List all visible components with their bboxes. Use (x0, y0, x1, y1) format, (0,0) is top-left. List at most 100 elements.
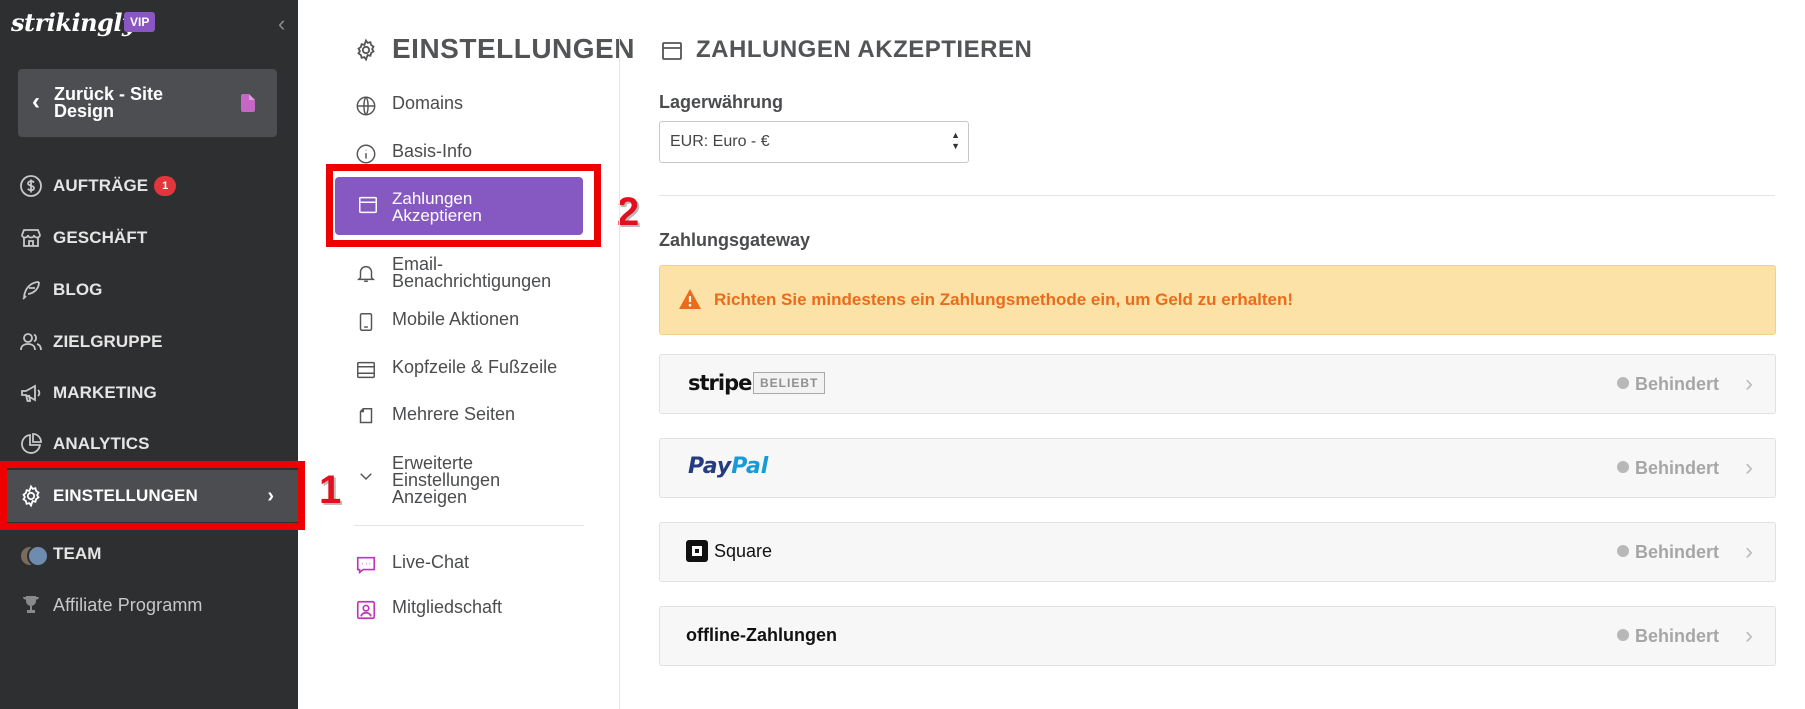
document-icon (241, 94, 255, 112)
currency-select[interactable]: EUR: Euro - € ▲ ▼ (659, 121, 969, 163)
orders-count-badge: 1 (154, 176, 177, 196)
page-title-label: ZAHLUNGEN AKZEPTIEREN (696, 36, 1033, 63)
settings-item-label: Kopfzeile & Fußzeile (392, 357, 558, 377)
membership-icon (354, 598, 378, 622)
sidebar-item-analytics[interactable]: ANALYTICS (0, 424, 298, 464)
sidebar-item-label: BLOG (53, 280, 103, 299)
status-dot-icon (1616, 461, 1629, 473)
gateway-status-label: Behindert (1634, 458, 1719, 478)
sidebar-item-team[interactable]: TEAM (0, 534, 298, 574)
settings-item-label: Mehrere Seiten (392, 404, 516, 424)
globe-icon (354, 94, 378, 118)
back-button-label: Zurück - Site Design (54, 84, 164, 121)
collapse-sidebar-icon[interactable]: ‹ (278, 13, 285, 35)
sidebar-item-affiliate[interactable]: Affiliate Programm (0, 585, 298, 625)
sidebar-item-blog[interactable]: BLOG (0, 270, 298, 310)
chevron-right-icon: › (1745, 622, 1753, 649)
offline-payments-label: offline-Zahlungen (686, 625, 837, 645)
settings-item-label: Mobile Aktionen (392, 309, 520, 329)
square-mark-icon (686, 540, 708, 562)
settings-item-label: Basis-Info (392, 141, 473, 161)
sidebar-item-marketing[interactable]: MARKETING (0, 373, 298, 413)
annotation-marker-2: 2 (617, 190, 640, 234)
header-footer-icon (354, 358, 378, 382)
bell-icon (354, 261, 378, 285)
chevron-right-icon: › (1745, 538, 1753, 565)
mobile-icon (354, 310, 378, 334)
settings-item-label: Zahlungen Akzeptieren (392, 189, 482, 225)
sidebar-item-orders[interactable]: AUFTRÄGE 1 (0, 166, 298, 206)
users-icon (19, 330, 43, 354)
currency-select-value: EUR: Euro - € (670, 133, 770, 150)
store-icon (19, 226, 43, 250)
chevron-left-icon: ‹ (32, 88, 40, 115)
megaphone-icon (19, 381, 43, 405)
sidebar-item-label: MARKETING (53, 383, 157, 402)
gateway-status: Behindert (1616, 626, 1719, 647)
sidebar-item-label: TEAM (53, 544, 102, 563)
back-to-site-design-button[interactable]: ‹ Zurück - Site Design (18, 69, 277, 137)
vip-badge: VIP (124, 12, 156, 32)
sidebar: strikingly VIP ‹ ‹ Zurück - Site Design … (0, 0, 298, 709)
gateway-row-stripe[interactable]: stripe BELIEBT Behindert › (659, 354, 1776, 414)
sidebar-item-store[interactable]: GESCHÄFT (0, 218, 298, 258)
chevron-right-icon: › (1745, 454, 1753, 481)
trophy-icon (19, 593, 43, 617)
settings-menu-divider (354, 525, 584, 526)
status-dot-icon (1616, 377, 1629, 389)
feather-pen-icon (19, 278, 43, 302)
gateway-status: Behindert (1616, 374, 1719, 395)
settings-item-label: Email-Benachrichtigungen (392, 254, 552, 291)
section-divider (659, 195, 1775, 196)
square-logo-text: Square (714, 540, 773, 561)
sidebar-item-label: GESCHÄFT (53, 228, 148, 247)
gateway-status: Behindert (1616, 542, 1719, 563)
gateway-status: Behindert (1616, 458, 1719, 479)
stripe-logo: stripe (688, 371, 752, 395)
gateway-status-label: Behindert (1634, 542, 1719, 562)
team-avatars-icon (19, 542, 49, 567)
wallet-icon (660, 39, 684, 70)
popular-tag: BELIEBT (753, 372, 826, 394)
gateway-status-label: Behindert (1634, 626, 1719, 646)
sidebar-item-label: Affiliate Programm (53, 594, 203, 615)
settings-item-accept-payments[interactable]: Zahlungen Akzeptieren (335, 177, 583, 235)
sidebar-item-label: ANALYTICS (53, 434, 150, 453)
chat-icon (354, 553, 378, 577)
pie-chart-icon (19, 432, 43, 456)
gateway-row-paypal[interactable]: PayPal Behindert › (659, 438, 1776, 498)
settings-title-label: EINSTELLUNGEN (392, 33, 635, 64)
paypal-logo: PayPal (688, 454, 768, 479)
payment-warning-alert: Richten Sie mindestens ein Zahlungsmetho… (659, 265, 1776, 335)
gateway-row-offline[interactable]: offline-Zahlungen Behindert › (659, 606, 1776, 666)
paypal-logo-part2: Pal (731, 454, 769, 479)
status-dot-icon (1616, 545, 1629, 557)
settings-item-label: Erweiterte Einstellungen Anzeigen (392, 453, 501, 507)
sidebar-item-audience[interactable]: ZIELGRUPPE (0, 322, 298, 362)
gateway-status-label: Behindert (1634, 374, 1719, 394)
annotation-marker-1: 1 (319, 468, 342, 512)
strikingly-logo[interactable]: strikingly (11, 8, 136, 37)
gateway-row-square[interactable]: Square Behindert › (659, 522, 1776, 582)
info-icon (354, 142, 378, 166)
gear-icon (354, 37, 378, 69)
status-dot-icon (1616, 629, 1629, 641)
sidebar-item-label: AUFTRÄGE (53, 176, 149, 195)
warning-icon (678, 288, 702, 315)
currency-label: Lagerwährung (659, 92, 784, 112)
chevron-down-icon (354, 464, 378, 488)
square-logo: Square (686, 540, 772, 562)
settings-item-label: Domains (392, 93, 464, 113)
sidebar-item-label: ZIELGRUPPE (53, 332, 163, 351)
highlight-box-settings (0, 461, 305, 530)
chevron-right-icon: › (1745, 370, 1753, 397)
paypal-logo-part1: Pay (688, 454, 732, 479)
column-divider (619, 36, 620, 709)
settings-item-label: Live-Chat (392, 552, 470, 572)
alert-text: Richten Sie mindestens ein Zahlungsmetho… (714, 290, 1294, 309)
settings-item-label: Mitgliedschaft (392, 597, 503, 617)
dollar-circle-icon (19, 174, 43, 198)
wallet-icon (357, 194, 379, 221)
select-arrows-icon: ▲ ▼ (951, 130, 960, 151)
pages-icon (354, 405, 378, 429)
